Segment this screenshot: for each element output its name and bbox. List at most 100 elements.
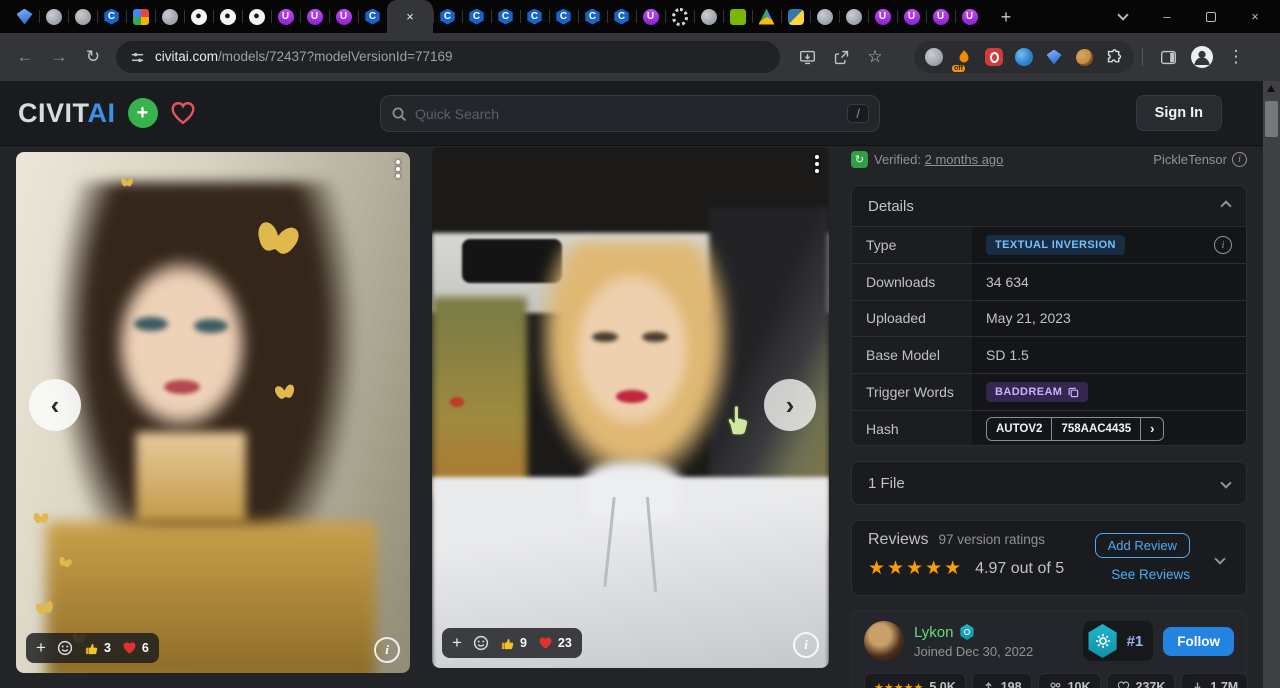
tab-civitai[interactable]: C (578, 0, 607, 33)
add-reaction-button[interactable]: + (452, 633, 462, 653)
stat-followers[interactable]: 10K (1038, 673, 1101, 688)
back-button[interactable]: ← (8, 40, 42, 74)
stat-rating[interactable]: ★★★★★ 5.0K (864, 673, 966, 688)
heart-button[interactable]: 23 (538, 636, 572, 650)
tab-github[interactable]: ● (213, 0, 242, 33)
image-info-button[interactable]: i (374, 637, 400, 663)
add-reaction-button[interactable]: + (36, 638, 46, 658)
file-expand-icon[interactable] (1220, 477, 1231, 488)
tab-diamond[interactable] (752, 0, 781, 33)
tab-gem[interactable] (10, 0, 39, 33)
extension-globe-icon[interactable] (920, 43, 948, 71)
emoji-reaction-icon[interactable] (57, 640, 73, 656)
forward-button[interactable]: → (42, 40, 76, 74)
extension-planet-icon[interactable] (1010, 43, 1038, 71)
tab-ublock[interactable]: U (926, 0, 955, 33)
tab-globe[interactable] (694, 0, 723, 33)
tab-ublock[interactable]: U (897, 0, 926, 33)
file-card[interactable]: 1 File (851, 461, 1247, 505)
tab-civitai[interactable]: C (358, 0, 387, 33)
tab-civitai[interactable]: C (549, 0, 578, 33)
follow-button[interactable]: Follow (1163, 627, 1234, 656)
creator-avatar[interactable] (864, 621, 904, 661)
tab-civitai[interactable]: C (433, 0, 462, 33)
tab-gear[interactable] (665, 0, 694, 33)
tab-ublock[interactable]: U (955, 0, 984, 33)
scrollbar-up-arrow[interactable] (1267, 85, 1275, 92)
image-menu-icon[interactable] (396, 160, 400, 178)
tab-globe[interactable] (155, 0, 184, 33)
maximize-button[interactable] (1192, 4, 1230, 30)
tab-ublock[interactable]: U (300, 0, 329, 33)
stat-downloads[interactable]: 1.7M (1181, 673, 1248, 688)
civitai-logo[interactable]: CIVITAI (18, 98, 116, 129)
sign-in-button[interactable]: Sign In (1136, 95, 1222, 131)
tab-civitai[interactable]: C (462, 0, 491, 33)
carousel-prev-button[interactable]: ‹ (29, 379, 81, 431)
rank-pill[interactable]: #1 (1083, 621, 1154, 661)
creator-name[interactable]: Lykon (914, 624, 953, 641)
thumbs-up-button[interactable]: 9 (500, 636, 527, 651)
type-badge[interactable]: TEXTUAL INVERSION (986, 235, 1125, 255)
minimize-button[interactable]: – (1148, 4, 1186, 30)
page-scrollbar[interactable] (1263, 81, 1280, 688)
stat-uploads[interactable]: 198 (972, 673, 1032, 688)
details-collapse-icon[interactable] (1220, 200, 1231, 211)
search-input[interactable]: Quick Search / (380, 95, 880, 132)
address-bar[interactable]: civitai.com/models/72437?modelVersionId=… (116, 41, 780, 73)
stat-likes[interactable]: 237K (1107, 673, 1176, 688)
share-icon[interactable] (824, 40, 858, 74)
tab-grid[interactable] (126, 0, 155, 33)
browser-menu-icon[interactable]: ⋮ (1219, 40, 1253, 74)
tab-ublock[interactable]: U (329, 0, 358, 33)
type-info-icon[interactable]: i (1214, 236, 1232, 254)
thumbs-up-button[interactable]: 3 (84, 641, 111, 656)
create-button[interactable]: + (128, 98, 158, 128)
hash-expand-icon[interactable]: › (1140, 418, 1163, 440)
tab-ublock[interactable]: U (271, 0, 300, 33)
new-tab-button[interactable]: + (992, 3, 1020, 31)
support-heart-icon[interactable] (170, 101, 196, 125)
image-menu-icon[interactable] (815, 155, 819, 173)
profile-avatar[interactable] (1185, 40, 1219, 74)
extension-fire-icon[interactable]: off (950, 43, 978, 71)
trigger-word-badge[interactable]: BADDREAM (986, 382, 1088, 402)
tab-ublock[interactable]: U (636, 0, 665, 33)
scrollbar-thumb[interactable] (1265, 101, 1278, 137)
tab-github[interactable]: ● (184, 0, 213, 33)
tab-civitai[interactable]: C (607, 0, 636, 33)
bookmark-star-icon[interactable]: ☆ (858, 40, 892, 74)
extensions-puzzle-icon[interactable] (1100, 43, 1128, 71)
extension-gem-icon[interactable] (1040, 43, 1068, 71)
tab-civitai[interactable]: C (520, 0, 549, 33)
tab-search-chevron-icon[interactable] (1104, 4, 1142, 30)
tab-python[interactable] (781, 0, 810, 33)
hash-pill[interactable]: AUTOV2 758AAC4435 › (986, 417, 1164, 441)
site-info-icon[interactable] (130, 50, 145, 65)
format-info-icon[interactable]: i (1232, 152, 1247, 167)
tab-globe[interactable] (39, 0, 68, 33)
tab-globe[interactable] (68, 0, 97, 33)
heart-button[interactable]: 6 (122, 641, 149, 655)
tab-civitai[interactable]: C (97, 0, 126, 33)
active-tab[interactable]: × (387, 0, 433, 33)
install-icon[interactable] (790, 40, 824, 74)
emoji-reaction-icon[interactable] (473, 635, 489, 651)
carousel-next-button[interactable]: › (764, 379, 816, 431)
extension-opera-icon[interactable] (980, 43, 1008, 71)
image-info-button[interactable]: i (793, 632, 819, 658)
extension-cookie-icon[interactable] (1070, 43, 1098, 71)
tab-nvidia[interactable] (723, 0, 752, 33)
tab-globe[interactable] (810, 0, 839, 33)
close-button[interactable]: × (1236, 4, 1274, 30)
tab-globe[interactable] (839, 0, 868, 33)
verified-time-link[interactable]: 2 months ago (925, 152, 1004, 167)
reload-button[interactable]: ↻ (76, 40, 110, 74)
tab-ublock[interactable]: U (868, 0, 897, 33)
tab-close-icon[interactable]: × (402, 9, 418, 25)
tab-github[interactable]: ● (242, 0, 271, 33)
add-review-button[interactable]: Add Review (1095, 533, 1190, 558)
side-panel-icon[interactable] (1151, 40, 1185, 74)
tab-civitai[interactable]: C (491, 0, 520, 33)
see-reviews-link[interactable]: See Reviews (1111, 567, 1190, 582)
